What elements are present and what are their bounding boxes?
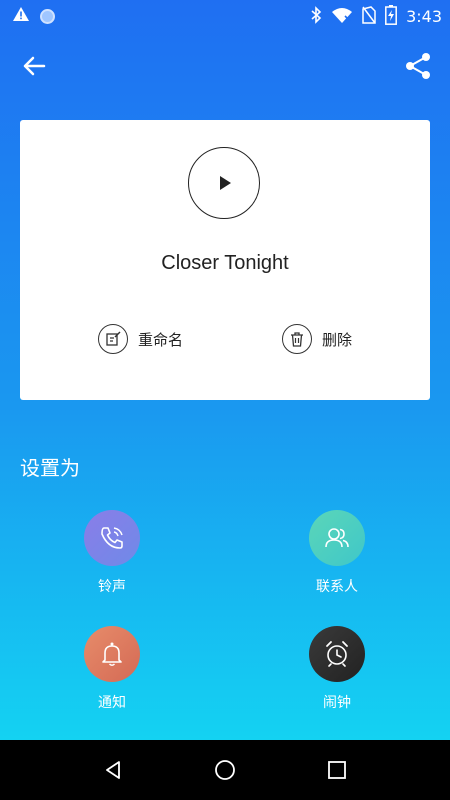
nav-home-button[interactable] <box>213 758 237 782</box>
status-time: 3:43 <box>406 7 442 26</box>
circle-home-icon <box>215 760 235 780</box>
arrow-left-icon <box>23 56 46 76</box>
bluetooth-icon <box>310 6 322 28</box>
rename-button[interactable]: 重命名 <box>98 322 183 356</box>
notification-label: 通知 <box>98 695 126 711</box>
set-as-title: 设置为 <box>20 456 80 480</box>
delete-button[interactable]: 删除 <box>282 322 352 356</box>
set-notification-button[interactable]: 通知 <box>57 626 167 712</box>
rename-label: 重命名 <box>138 330 184 349</box>
share-button[interactable] <box>402 50 434 82</box>
alarm-label: 闹钟 <box>323 695 351 711</box>
back-button[interactable] <box>18 50 50 82</box>
play-icon <box>220 176 231 190</box>
song-card: Closer Tonight 重命名 删除 <box>20 120 430 400</box>
toolbar <box>0 40 450 90</box>
play-button[interactable] <box>188 147 260 219</box>
set-alarm-button[interactable]: 闹钟 <box>282 626 392 712</box>
bell-icon <box>84 626 140 682</box>
song-title: Closer Tonight <box>161 252 289 274</box>
wifi-icon <box>331 6 353 28</box>
nav-back-button[interactable] <box>101 758 125 782</box>
status-bar: 3:43 <box>0 0 450 32</box>
no-sim-icon <box>362 6 376 28</box>
phone-ring-icon <box>84 510 140 566</box>
circle-icon <box>40 8 55 24</box>
alarm-clock-icon <box>309 626 365 682</box>
edit-icon <box>98 324 128 354</box>
ringtone-label: 铃声 <box>98 579 126 595</box>
contacts-icon <box>309 510 365 566</box>
set-contact-button[interactable]: 联系人 <box>282 510 392 596</box>
triangle-back-icon <box>106 761 120 779</box>
battery-charging-icon <box>385 5 398 29</box>
contact-label: 联系人 <box>316 579 358 595</box>
share-icon <box>406 53 430 79</box>
set-ringtone-button[interactable]: 铃声 <box>57 510 167 596</box>
nav-recents-button[interactable] <box>325 758 349 782</box>
nav-bar <box>0 740 450 800</box>
trash-icon <box>282 324 312 354</box>
delete-label: 删除 <box>322 330 353 349</box>
warning-icon <box>12 6 30 26</box>
app-screen: 3:43 Closer Tonight 重命名 删除 设置为 铃声 联系人 通知… <box>0 0 450 740</box>
square-recents-icon <box>328 761 346 779</box>
